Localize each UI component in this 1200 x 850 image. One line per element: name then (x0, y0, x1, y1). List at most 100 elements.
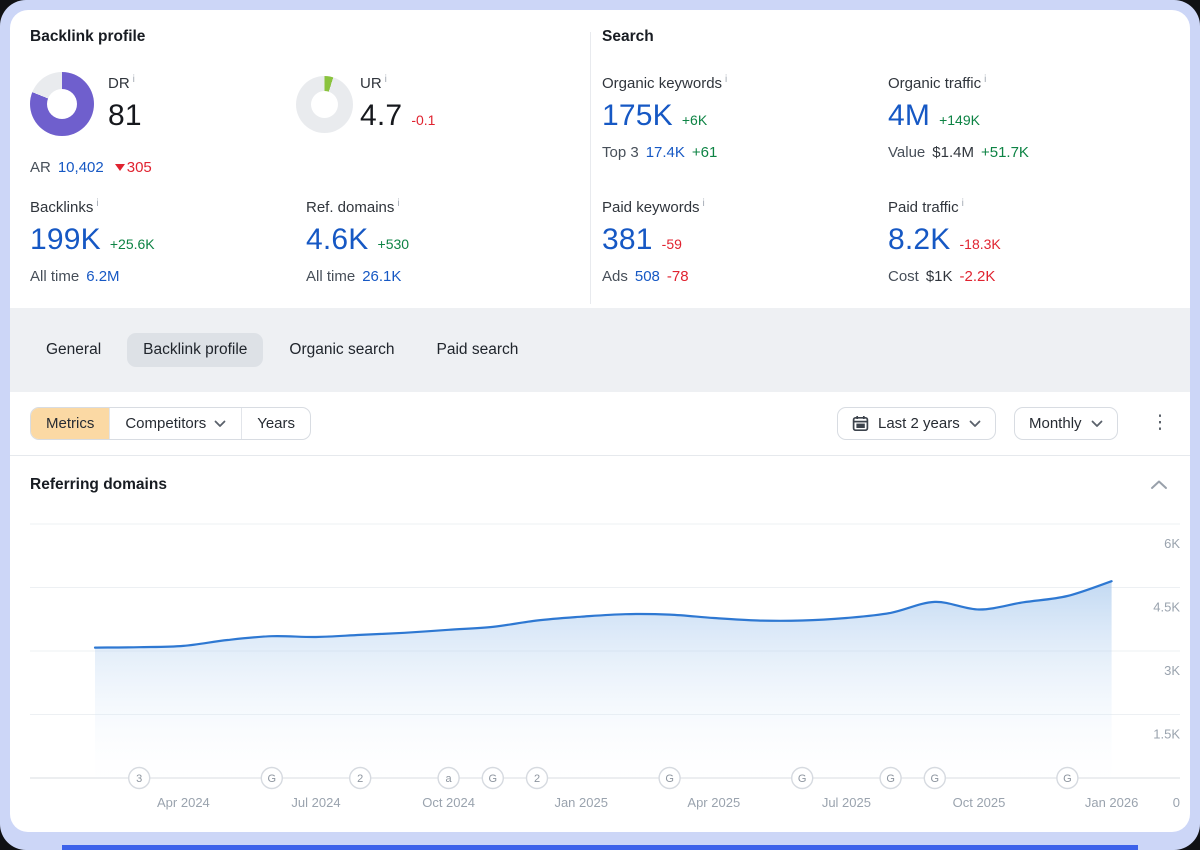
cost-delta: -2.2K (960, 268, 996, 285)
info-icon[interactable]: i (703, 198, 705, 209)
segment-competitors[interactable]: Competitors (110, 408, 242, 439)
organic-keywords-label: Organic keywordsi (602, 70, 868, 94)
event-badge[interactable]: G (792, 768, 813, 789)
organic-keywords-value[interactable]: 175K (602, 99, 673, 133)
segment-metrics[interactable]: Metrics (31, 408, 110, 439)
organic-traffic-value[interactable]: 4M (888, 99, 930, 133)
paid-traffic-delta: -18.3K (960, 236, 1001, 252)
event-badge[interactable]: G (261, 768, 282, 789)
info-icon[interactable]: i (397, 198, 399, 209)
svg-text:G: G (798, 773, 807, 785)
svg-text:2: 2 (534, 773, 540, 785)
collapse-section-button[interactable] (1150, 478, 1172, 496)
segment-years[interactable]: Years (242, 408, 310, 439)
ur-value: 4.7 (360, 99, 402, 133)
event-badge[interactable]: 2 (350, 768, 371, 789)
svg-text:G: G (886, 773, 895, 785)
chevron-up-icon (1150, 479, 1168, 491)
ur-label: URi (360, 70, 560, 94)
svg-text:a: a (446, 773, 453, 785)
ads-value-link[interactable]: 508 (635, 268, 660, 285)
top3-value-link[interactable]: 17.4K (646, 144, 685, 161)
event-badge[interactable]: G (880, 768, 901, 789)
backlinks-value[interactable]: 199K (30, 223, 101, 257)
referring-domains-chart[interactable]: 3G2aG2GGGGGApr 2024Jul 2024Oct 2024Jan 2… (20, 510, 1190, 832)
paid-keywords-delta: -59 (662, 236, 682, 252)
kebab-icon: ⋮ (1151, 412, 1170, 433)
backlinks-label: Backlinksi (30, 194, 296, 218)
svg-text:1.5K: 1.5K (1153, 727, 1180, 742)
paid-traffic-value[interactable]: 8.2K (888, 223, 951, 257)
triangle-down-icon (115, 164, 125, 171)
event-badge[interactable]: a (438, 768, 459, 789)
bottom-accent-bar (62, 845, 1138, 850)
svg-text:2: 2 (357, 773, 363, 785)
svg-text:Jan 2026: Jan 2026 (1085, 795, 1139, 810)
overview-card: Backlink profile Search DRi 81 AR 10,402… (10, 10, 1190, 832)
tab-general[interactable]: General (30, 333, 117, 367)
date-range-button[interactable]: Last 2 years (837, 407, 996, 440)
chevron-down-icon (1091, 420, 1103, 428)
ref-domains-alltime-link[interactable]: 26.1K (362, 268, 401, 285)
report-tabstrip: General Backlink profile Organic search … (10, 308, 1190, 392)
svg-text:Jul 2024: Jul 2024 (291, 795, 340, 810)
search-section-title: Search (602, 28, 654, 46)
event-badge[interactable]: 2 (527, 768, 548, 789)
paid-traffic-label: Paid traffici (888, 194, 1154, 218)
svg-text:Apr 2025: Apr 2025 (687, 795, 740, 810)
svg-text:4.5K: 4.5K (1153, 600, 1180, 615)
svg-text:Jan 2025: Jan 2025 (554, 795, 608, 810)
paid-keywords-value[interactable]: 381 (602, 223, 653, 257)
info-icon[interactable]: i (984, 74, 986, 85)
organic-keywords-metric: Organic keywordsi 175K+6K Top 317.4K+61 (602, 70, 868, 161)
organic-traffic-label: Organic traffici (888, 70, 1154, 94)
event-badge[interactable]: G (1057, 768, 1078, 789)
calendar-icon (852, 415, 869, 432)
backlinks-delta: +25.6K (110, 236, 155, 252)
paid-traffic-metric: Paid traffici 8.2K -18.3K Cost $1K -2.2K (888, 194, 1154, 285)
ads-delta: -78 (667, 268, 689, 285)
ads-label: Ads (602, 268, 628, 285)
info-icon[interactable]: i (96, 198, 98, 209)
chevron-down-icon (214, 420, 226, 428)
chart-toolbar: Metrics Competitors Years Last 2 years (10, 392, 1190, 456)
backlink-profile-section-title: Backlink profile (30, 28, 145, 46)
dr-label: DRi (108, 70, 278, 94)
info-icon[interactable]: i (133, 74, 135, 85)
dr-gauge (30, 72, 94, 136)
backlinks-alltime-link[interactable]: 6.2M (86, 268, 119, 285)
ref-domains-sub-label: All time (306, 268, 355, 285)
event-badge[interactable]: G (659, 768, 680, 789)
chevron-down-icon (969, 420, 981, 428)
more-options-button[interactable]: ⋮ (1147, 410, 1173, 436)
ar-row: AR 10,402 305 (30, 159, 152, 176)
ur-gauge (296, 76, 353, 133)
svg-text:G: G (931, 773, 940, 785)
interval-button[interactable]: Monthly (1014, 407, 1118, 440)
tab-paid-search[interactable]: Paid search (421, 333, 535, 367)
cost-value: $1K (926, 268, 953, 285)
svg-text:3: 3 (136, 773, 142, 785)
svg-text:Oct 2025: Oct 2025 (953, 795, 1006, 810)
svg-text:Jul 2025: Jul 2025 (822, 795, 871, 810)
ar-value-link[interactable]: 10,402 (58, 159, 104, 176)
cost-label: Cost (888, 268, 919, 285)
event-badge[interactable]: 3 (129, 768, 150, 789)
event-badge[interactable]: G (482, 768, 503, 789)
ur-metric: URi 4.7-0.1 (360, 70, 560, 133)
event-badge[interactable]: G (924, 768, 945, 789)
dr-value: 81 (108, 99, 142, 133)
ref-domains-label: Ref. domainsi (306, 194, 572, 218)
svg-text:0: 0 (1173, 795, 1180, 810)
tab-organic-search[interactable]: Organic search (273, 333, 410, 367)
info-icon[interactable]: i (962, 198, 964, 209)
organic-keywords-delta: +6K (682, 112, 707, 128)
info-icon[interactable]: i (385, 74, 387, 85)
ref-domains-metric: Ref. domainsi 4.6K+530 All time26.1K (306, 194, 572, 285)
svg-text:G: G (665, 773, 674, 785)
paid-keywords-label: Paid keywordsi (602, 194, 868, 218)
svg-text:Oct 2024: Oct 2024 (422, 795, 475, 810)
info-icon[interactable]: i (725, 74, 727, 85)
ref-domains-value[interactable]: 4.6K (306, 223, 369, 257)
tab-backlink-profile[interactable]: Backlink profile (127, 333, 263, 367)
